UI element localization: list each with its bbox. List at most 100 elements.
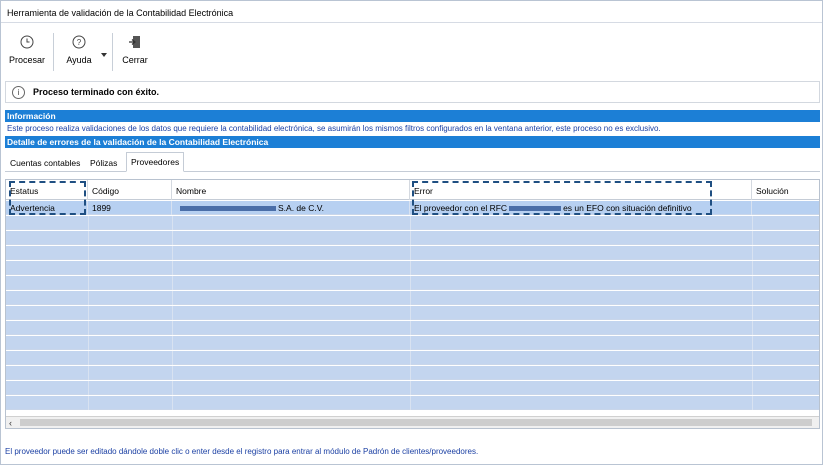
column-divider	[752, 231, 753, 245]
column-divider	[88, 336, 89, 350]
column-divider	[172, 306, 173, 320]
process-button[interactable]: Procesar	[7, 31, 47, 73]
column-divider	[88, 231, 89, 245]
tab-polizas[interactable]: Pólizas	[90, 155, 117, 172]
cell-estatus: Advertencia	[6, 201, 88, 215]
column-divider	[410, 366, 411, 380]
column-divider	[88, 321, 89, 335]
column-header-estatus[interactable]: Estatus	[6, 180, 88, 200]
help-dropdown-arrow-icon[interactable]	[101, 53, 107, 57]
redacted-rfc-mark	[509, 206, 562, 212]
empty-row	[6, 381, 819, 395]
column-divider	[752, 336, 753, 350]
column-divider	[410, 306, 411, 320]
column-divider	[410, 261, 411, 275]
info-icon: i	[12, 86, 25, 99]
info-description: Este proceso realiza validaciones de los…	[7, 124, 661, 133]
providers-grid: Estatus Código Nombre Error Solución Adv…	[5, 179, 820, 429]
cell-error-suffix: es un EFO con situación definitivo	[563, 203, 692, 213]
column-divider	[88, 216, 89, 230]
column-divider	[88, 396, 89, 410]
column-divider	[172, 231, 173, 245]
column-divider	[88, 261, 89, 275]
cell-nombre-suffix: S.A. de C.V.	[278, 203, 324, 213]
cell-error-prefix: El proveedor con el RFC	[414, 203, 508, 213]
redacted-name-mark	[180, 206, 276, 212]
column-divider	[410, 231, 411, 245]
column-divider	[172, 261, 173, 275]
tab-cuentas-contables[interactable]: Cuentas contables	[10, 155, 80, 172]
column-divider	[88, 351, 89, 365]
clock-icon	[19, 34, 35, 50]
column-divider	[410, 381, 411, 395]
exit-door-icon	[127, 34, 143, 50]
empty-row	[6, 246, 819, 260]
grid-header: Estatus Código Nombre Error Solución	[6, 180, 819, 200]
validation-window: Herramienta de validación de la Contabil…	[0, 0, 823, 465]
empty-row	[6, 216, 819, 230]
column-divider	[752, 261, 753, 275]
errors-section-header: Detalle de errores de la validación de l…	[5, 136, 820, 148]
column-header-error[interactable]: Error	[410, 180, 752, 200]
column-divider	[410, 321, 411, 335]
empty-row	[6, 276, 819, 290]
horizontal-scrollbar[interactable]: ‹	[6, 416, 819, 428]
column-divider	[172, 291, 173, 305]
empty-row	[6, 321, 819, 335]
column-divider	[88, 306, 89, 320]
column-header-codigo[interactable]: Código	[88, 180, 172, 200]
scroll-left-icon[interactable]: ‹	[9, 418, 12, 428]
status-message: Proceso terminado con éxito.	[33, 87, 160, 97]
column-divider	[172, 246, 173, 260]
column-divider	[172, 321, 173, 335]
empty-row	[6, 261, 819, 275]
tab-strip: Cuentas contables Pólizas Proveedores	[5, 150, 820, 172]
empty-row	[6, 291, 819, 305]
column-divider	[172, 381, 173, 395]
empty-row	[6, 336, 819, 350]
column-header-solucion[interactable]: Solución	[752, 180, 819, 200]
cell-nombre: S.A. de C.V.	[172, 201, 410, 215]
column-divider	[172, 396, 173, 410]
column-divider	[752, 306, 753, 320]
cell-codigo: 1899	[88, 201, 172, 215]
help-button[interactable]: ? Ayuda	[59, 31, 99, 73]
column-divider	[410, 246, 411, 260]
footer-hint: El proveedor puede ser editado dándole d…	[5, 447, 479, 456]
column-divider	[752, 321, 753, 335]
toolbar-separator	[112, 33, 113, 71]
empty-row	[6, 231, 819, 245]
window-title: Herramienta de validación de la Contabil…	[1, 1, 822, 23]
scrollbar-thumb[interactable]	[20, 419, 812, 426]
column-divider	[752, 351, 753, 365]
column-divider	[410, 351, 411, 365]
empty-row	[6, 351, 819, 365]
column-divider	[88, 291, 89, 305]
empty-row	[6, 396, 819, 410]
table-row[interactable]: Advertencia 1899 S.A. de C.V. El proveed…	[6, 201, 819, 215]
close-button[interactable]: Cerrar	[117, 31, 153, 73]
column-divider	[410, 216, 411, 230]
help-label: Ayuda	[66, 55, 92, 65]
cell-solucion	[752, 201, 819, 215]
column-divider	[410, 336, 411, 350]
column-divider	[88, 276, 89, 290]
close-label: Cerrar	[122, 55, 148, 65]
tab-proveedores[interactable]: Proveedores	[126, 152, 185, 172]
empty-row	[6, 366, 819, 380]
column-divider	[88, 246, 89, 260]
column-divider	[172, 216, 173, 230]
column-divider	[172, 336, 173, 350]
column-divider	[752, 276, 753, 290]
status-bar: i Proceso terminado con éxito.	[5, 81, 820, 103]
column-divider	[88, 366, 89, 380]
column-divider	[752, 246, 753, 260]
column-divider	[172, 276, 173, 290]
column-header-nombre[interactable]: Nombre	[172, 180, 410, 200]
column-divider	[410, 276, 411, 290]
empty-row	[6, 306, 819, 320]
column-divider	[752, 291, 753, 305]
info-section-header: Información	[5, 110, 820, 122]
help-icon: ?	[71, 34, 87, 50]
column-divider	[752, 381, 753, 395]
